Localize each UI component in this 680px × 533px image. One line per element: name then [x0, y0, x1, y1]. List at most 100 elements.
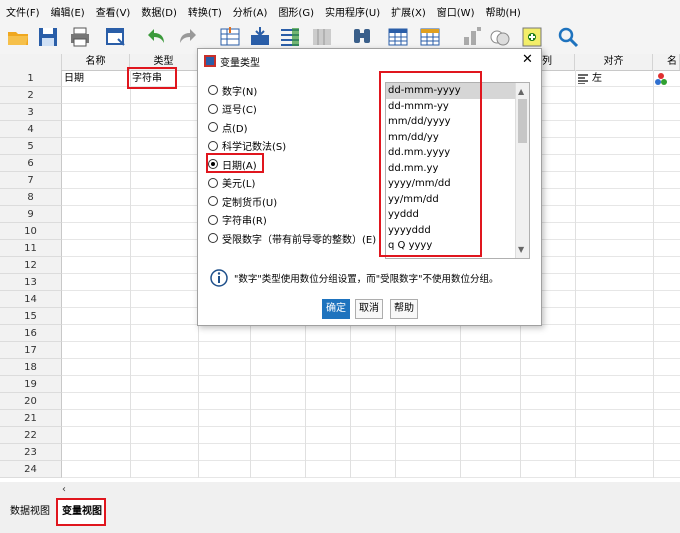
menu-item[interactable]: 转换(T)	[182, 0, 227, 22]
radio-option[interactable]: 科学记数法(S)	[208, 138, 286, 154]
scroll-up-icon[interactable]: ▲	[518, 87, 524, 96]
header-align[interactable]: 对齐	[575, 54, 653, 70]
row-number[interactable]: 14	[0, 291, 62, 308]
format-item[interactable]: yy/mm/dd	[386, 192, 529, 208]
row-number[interactable]: 20	[0, 393, 62, 410]
menu-item[interactable]: 实用程序(U)	[319, 0, 385, 22]
goto-variable-icon[interactable]	[248, 25, 272, 49]
radio-option[interactable]: 定制货币(U)	[208, 193, 277, 209]
radio-button[interactable]	[208, 103, 218, 114]
menu-item[interactable]: 扩展(X)	[385, 0, 431, 22]
radio-option[interactable]: 受限数字（带有前导零的整数）(E)	[208, 230, 376, 246]
header-name[interactable]: 名称	[62, 54, 130, 70]
menu-item[interactable]: 查看(V)	[90, 0, 136, 22]
row-number[interactable]: 5	[0, 138, 62, 155]
dialog-recall-icon[interactable]	[104, 25, 128, 49]
scroll-left-icon[interactable]: ‹	[62, 484, 66, 495]
radio-option[interactable]: 数字(N)	[208, 82, 257, 98]
format-list-scrollbar[interactable]: ▲ ▼	[515, 83, 529, 258]
menu-item[interactable]: 文件(F)	[0, 0, 45, 22]
radio-button[interactable]	[208, 233, 218, 243]
split-file-icon[interactable]	[310, 25, 334, 49]
use-variable-sets-icon[interactable]	[520, 25, 544, 49]
format-item[interactable]: yyyyddd	[386, 223, 529, 239]
menu-item[interactable]: 编辑(E)	[45, 0, 90, 22]
scroll-thumb[interactable]	[518, 99, 527, 143]
tab-data-view[interactable]: 数据视图	[6, 500, 54, 524]
radio-button[interactable]	[208, 122, 218, 132]
search-icon[interactable]	[556, 25, 580, 49]
format-item[interactable]: mm/dd/yyyy	[386, 114, 529, 130]
format-item[interactable]: yyyy/mm/dd	[386, 176, 529, 192]
row-number[interactable]: 3	[0, 104, 62, 121]
cell-align-1[interactable]: 左	[592, 71, 602, 87]
format-item[interactable]: q Q yyyy	[386, 238, 529, 254]
row-number[interactable]: 2	[0, 87, 62, 104]
data-table-icon[interactable]	[386, 25, 410, 49]
radio-option[interactable]: 美元(L)	[208, 175, 255, 191]
format-list[interactable]: dd-mmm-yyyy dd-mmm-yy mm/dd/yyyy mm/dd/yy dd…	[385, 82, 530, 259]
open-folder-icon[interactable]	[6, 25, 30, 49]
menu-item[interactable]: 分析(A)	[227, 0, 273, 22]
ok-button[interactable]: 确定	[322, 299, 350, 319]
format-item[interactable]: dd.mm.yyyy	[386, 145, 529, 161]
save-icon[interactable]	[36, 25, 60, 49]
cancel-button[interactable]: 取消	[355, 299, 383, 319]
format-item[interactable]: dd.mm.yy	[386, 161, 529, 177]
row-number[interactable]: 1	[0, 70, 62, 87]
row-number[interactable]: 15	[0, 308, 62, 325]
cell-type-1[interactable]: 字符串	[132, 71, 162, 87]
cell-name-1[interactable]: 日期	[64, 71, 84, 87]
menu-item[interactable]: 图形(G)	[272, 0, 319, 22]
undo-icon[interactable]	[144, 25, 168, 49]
format-item[interactable]: dd-mmm-yy	[386, 99, 529, 115]
row-number[interactable]: 4	[0, 121, 62, 138]
row-number[interactable]: 8	[0, 189, 62, 206]
radio-button[interactable]	[208, 159, 218, 169]
radio-button[interactable]	[208, 140, 218, 151]
row-number[interactable]: 13	[0, 274, 62, 291]
format-item[interactable]: dd-mmm-yyyy	[386, 83, 529, 99]
row-number[interactable]: 21	[0, 410, 62, 427]
row-number[interactable]: 6	[0, 155, 62, 172]
find-icon[interactable]	[350, 25, 374, 49]
menu-item[interactable]: 帮助(H)	[479, 0, 525, 22]
variables-icon[interactable]	[278, 25, 302, 49]
row-number[interactable]: 22	[0, 427, 62, 444]
menu-item[interactable]: 数据(D)	[135, 0, 182, 22]
goto-case-icon[interactable]	[218, 25, 242, 49]
format-item[interactable]: yyddd	[386, 207, 529, 223]
radio-button[interactable]	[208, 177, 218, 188]
print-icon[interactable]	[68, 25, 92, 49]
radio-button[interactable]	[208, 214, 218, 225]
scale-icon[interactable]	[460, 25, 484, 49]
row-number[interactable]: 10	[0, 223, 62, 240]
radio-option[interactable]: 日期(A)	[208, 156, 257, 172]
row-number[interactable]: 18	[0, 359, 62, 376]
radio-button[interactable]	[208, 85, 218, 95]
tab-variable-view[interactable]: 变量视图	[58, 500, 106, 524]
header-measure[interactable]: 名	[653, 54, 680, 70]
header-type[interactable]: 类型	[130, 54, 198, 70]
row-number[interactable]: 9	[0, 206, 62, 223]
weight-cases-icon[interactable]	[418, 25, 442, 49]
row-number[interactable]: 11	[0, 240, 62, 257]
row-number[interactable]: 12	[0, 257, 62, 274]
radio-option[interactable]: 字符串(R)	[208, 212, 267, 228]
radio-option[interactable]: 逗号(C)	[208, 101, 257, 117]
scroll-down-icon[interactable]: ▼	[518, 245, 524, 254]
close-icon[interactable]: ✕	[522, 52, 533, 67]
radio-option[interactable]: 点(D)	[208, 119, 248, 135]
format-item[interactable]: mm/dd/yy	[386, 130, 529, 146]
row-number[interactable]: 17	[0, 342, 62, 359]
radio-button[interactable]	[208, 196, 218, 206]
row-number[interactable]: 7	[0, 172, 62, 189]
row-number[interactable]: 19	[0, 376, 62, 393]
menu-item[interactable]: 窗口(W)	[431, 0, 480, 22]
row-number[interactable]: 24	[0, 461, 62, 478]
row-number[interactable]: 23	[0, 444, 62, 461]
row-number[interactable]: 16	[0, 325, 62, 342]
value-labels-icon[interactable]	[488, 25, 512, 49]
help-button[interactable]: 帮助	[390, 299, 418, 319]
redo-icon[interactable]	[176, 25, 200, 49]
